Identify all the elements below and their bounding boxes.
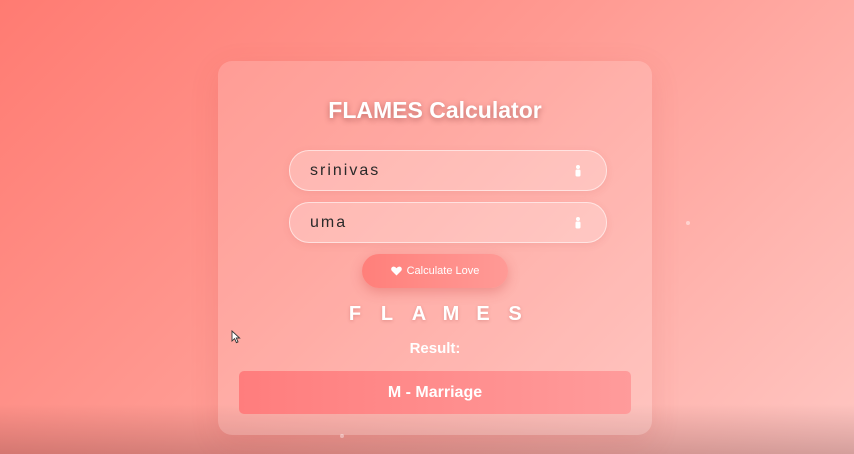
flames-letter: L <box>380 303 394 325</box>
mouse-cursor-icon <box>231 330 241 344</box>
first-name-input[interactable] <box>310 151 560 190</box>
background-dot <box>686 221 690 225</box>
calculate-love-button[interactable]: Calculate Love <box>362 254 508 288</box>
flames-letter: M <box>442 303 460 325</box>
result-value: M - Marriage <box>387 383 483 401</box>
flames-letter: A <box>411 303 427 325</box>
flames-card: FLAMES Calculator Calculate Love F L A M… <box>218 61 652 435</box>
person-icon <box>575 165 581 177</box>
result-box: M - Marriage <box>239 371 631 414</box>
person-icon <box>575 217 581 229</box>
heart-icon <box>390 266 402 276</box>
second-name-field[interactable] <box>289 202 607 243</box>
flames-letter: S <box>508 303 522 325</box>
page-title: FLAMES Calculator <box>328 97 542 123</box>
first-name-field[interactable] <box>289 150 607 191</box>
result-label: Result: <box>409 340 461 357</box>
flames-letter: E <box>476 303 490 325</box>
flames-letters: F L A M E S <box>218 303 652 326</box>
calculate-love-label: Calculate Love <box>406 265 480 277</box>
second-name-input[interactable] <box>310 203 560 242</box>
flames-letter: F <box>348 303 362 325</box>
